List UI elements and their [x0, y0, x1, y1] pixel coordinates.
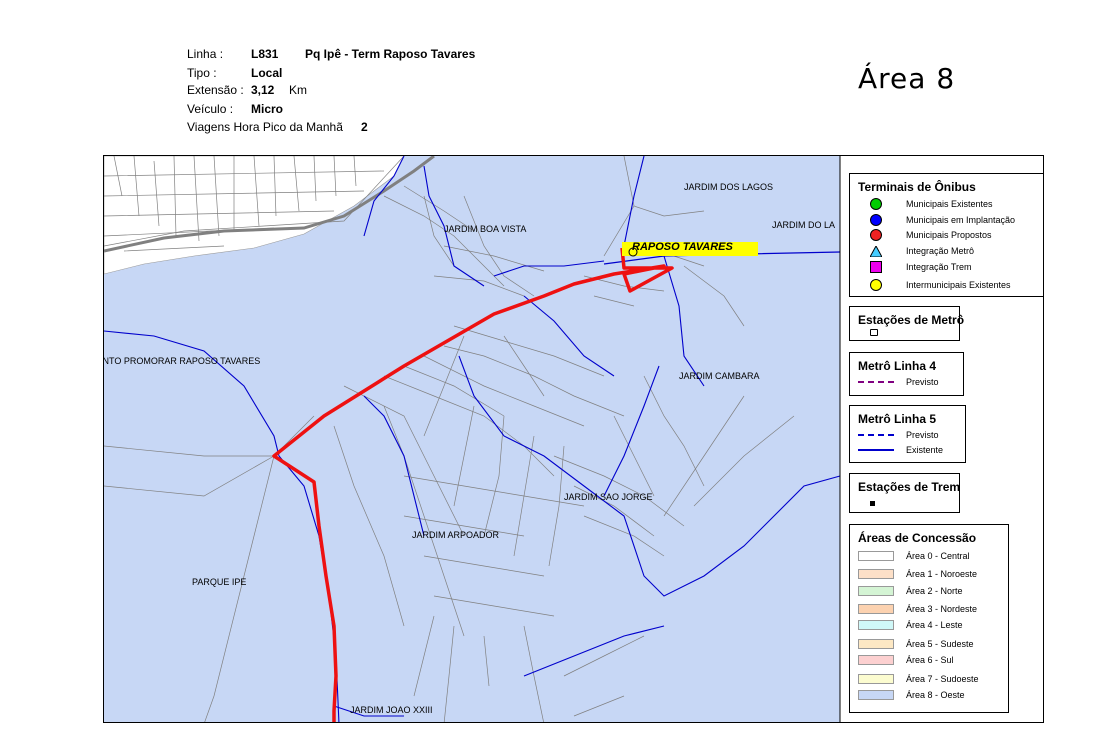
terminal-label: RAPOSO TAVARES	[632, 241, 733, 253]
rail-station-icon	[870, 501, 875, 506]
place-label: JARDIM JOAO XXIII	[350, 705, 433, 715]
vehicle-label: Veículo :	[187, 102, 234, 116]
length-value: 3,12	[251, 83, 275, 97]
area-5-swatch	[858, 639, 894, 649]
area-4-swatch	[858, 620, 894, 630]
trips-label: Viagens Hora Pico da Manhã	[187, 120, 343, 134]
area-title: Área 8	[858, 62, 956, 95]
area-2-swatch	[858, 586, 894, 596]
place-label: JARDIM DOS LAGOS	[684, 182, 774, 192]
place-label: JARDIM SAO JORGE	[564, 492, 653, 502]
vehicle-value: Micro	[251, 102, 284, 116]
line-name: Pq Ipê - Term Raposo Tavares	[305, 47, 476, 61]
metro4-dash-icon	[858, 381, 894, 383]
trips-value: 2	[361, 120, 368, 134]
line-code: L831	[251, 47, 279, 61]
place-label: JARDIM BOA VISTA	[444, 224, 527, 234]
yellow-circle-icon	[870, 279, 882, 291]
area-8-swatch	[858, 690, 894, 700]
type-label: Tipo :	[187, 66, 217, 80]
blue-circle-icon	[870, 214, 882, 226]
legend-concession-areas: Áreas de Concessão Área 0 - Central Área…	[849, 524, 1009, 713]
metro5-line-icon	[858, 449, 894, 451]
legend-rail-stations: Estações de Trem	[849, 473, 960, 513]
area-1-swatch	[858, 569, 894, 579]
line-label: Linha :	[187, 47, 224, 61]
place-label: INTO PROMORAR RAPOSO TAVARES	[103, 356, 261, 366]
green-circle-icon	[870, 198, 882, 210]
legend-terminais-title: Terminais de Ônibus	[858, 180, 976, 194]
line-info: Linha : L831 Pq Ipê - Term Raposo Tavare…	[187, 45, 587, 137]
legend-metro-5: Metrô Linha 5 Previsto Existente	[849, 405, 966, 463]
cyan-triangle-icon	[870, 245, 882, 257]
area-3-swatch	[858, 604, 894, 614]
area-7-swatch	[858, 674, 894, 684]
legend-metro-4: Metrô Linha 4 Previsto	[849, 352, 964, 396]
length-unit: Km	[289, 83, 307, 97]
area-0-swatch	[858, 551, 894, 561]
red-circle-icon	[870, 229, 882, 241]
metro5-dash-icon	[858, 434, 894, 436]
place-label: PARQUE IPE	[192, 577, 247, 587]
length-label: Extensão :	[187, 83, 244, 97]
type-value: Local	[251, 66, 283, 80]
legend-terminais: Terminais de Ônibus Municipais Existente…	[849, 173, 1043, 297]
place-label: JARDIM CAMBARA	[679, 371, 760, 381]
place-label: JARDIM ARPOADOR	[412, 530, 500, 540]
magenta-square-icon	[870, 261, 882, 273]
map-frame: RAPOSO TAVARES JARDIM DOS LAGOS JARDIM D…	[103, 155, 1044, 723]
area-6-swatch	[858, 655, 894, 665]
legend-metro-stations: Estações de Metrô	[849, 306, 964, 341]
metro-station-icon	[870, 329, 878, 336]
place-label: JARDIM DO LA	[772, 220, 836, 230]
